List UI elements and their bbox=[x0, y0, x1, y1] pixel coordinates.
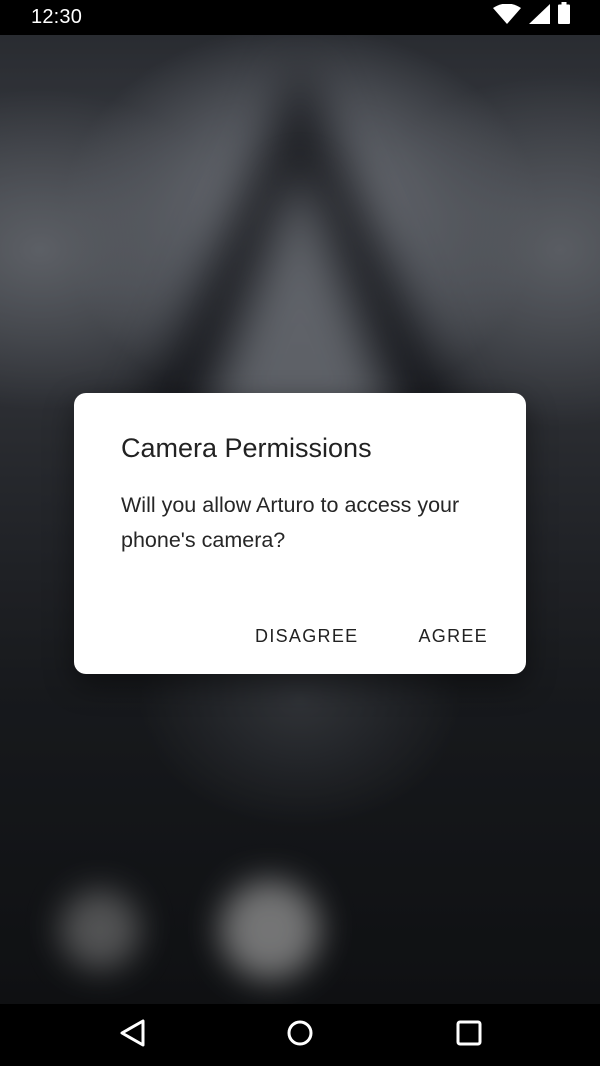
recents-button[interactable] bbox=[446, 1012, 492, 1058]
cellular-signal-icon bbox=[529, 4, 550, 29]
status-icons bbox=[493, 2, 570, 29]
agree-button[interactable]: AGREE bbox=[408, 618, 498, 655]
disagree-button[interactable]: DISAGREE bbox=[245, 618, 368, 655]
navigation-bar bbox=[0, 1004, 600, 1066]
status-time: 12:30 bbox=[31, 6, 83, 28]
dialog-message: Will you allow Arturo to access your pho… bbox=[121, 493, 460, 552]
home-icon bbox=[286, 1019, 314, 1052]
permission-dialog: Camera Permissions Will you allow Arturo… bbox=[74, 393, 526, 674]
recents-icon bbox=[456, 1020, 482, 1051]
back-icon bbox=[119, 1018, 147, 1053]
status-bar: 12:30 bbox=[0, 0, 600, 35]
battery-icon bbox=[558, 2, 570, 29]
back-button[interactable] bbox=[110, 1012, 156, 1058]
dialog-actions: DISAGREE AGREE bbox=[245, 618, 498, 655]
home-button[interactable] bbox=[277, 1012, 323, 1058]
dialog-title: Camera Permissions bbox=[121, 433, 372, 463]
phone-screen: 12:30 Camera Permissions Will you allow … bbox=[0, 0, 600, 1066]
wifi-icon bbox=[493, 3, 521, 29]
